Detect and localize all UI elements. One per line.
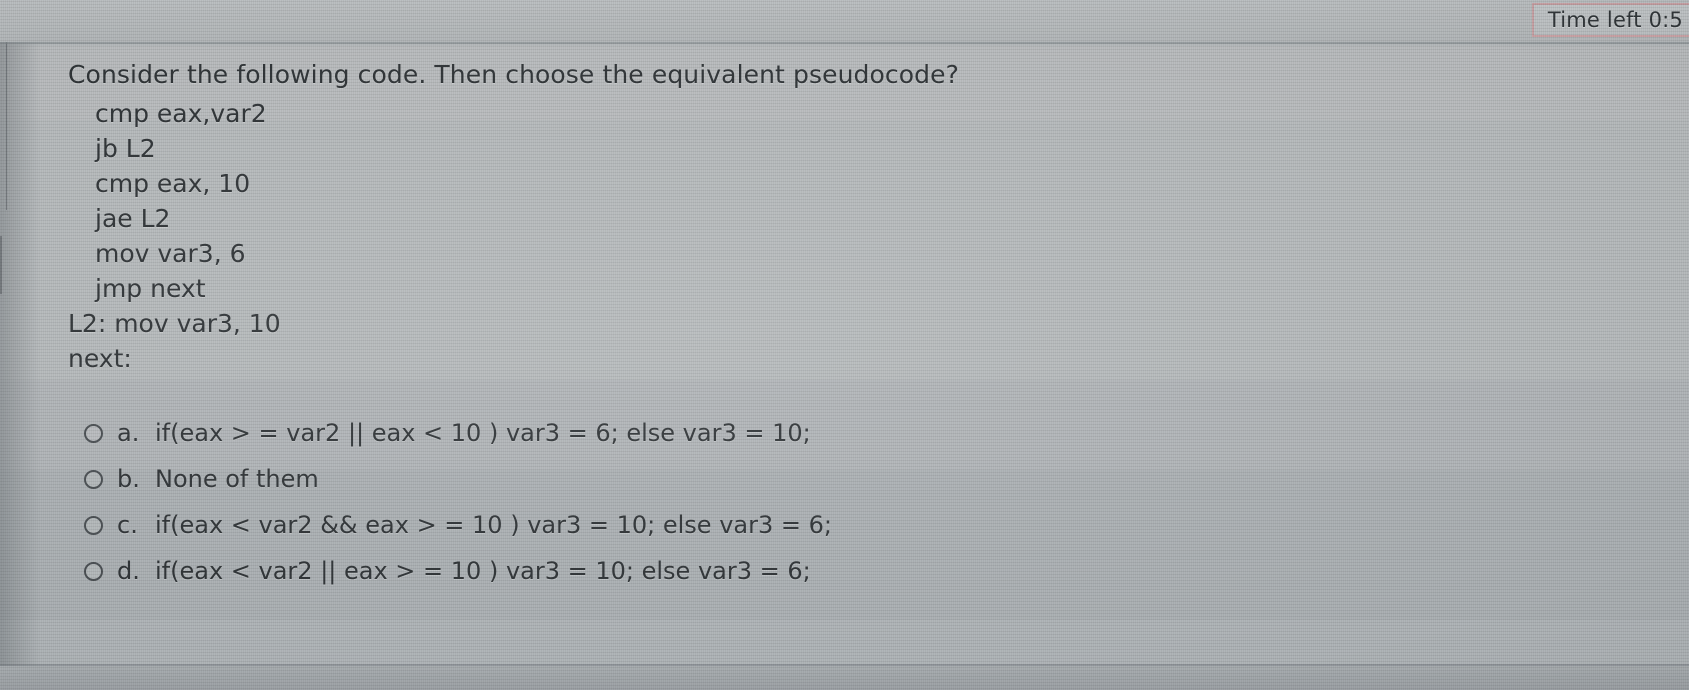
option-text: None of them bbox=[155, 465, 319, 493]
option-text: if(eax < var2 && eax > = 10 ) var3 = 10;… bbox=[155, 511, 832, 539]
top-bar bbox=[0, 0, 1689, 42]
answer-option-c[interactable]: c. if(eax < var2 && eax > = 10 ) var3 = 1… bbox=[0, 502, 1689, 548]
code-line: cmp eax,var2 bbox=[95, 99, 267, 128]
left-panel-seam-lower bbox=[0, 236, 2, 294]
radio-button-icon[interactable] bbox=[84, 561, 103, 581]
time-left-label: Time left 0:5 bbox=[1547, 8, 1683, 32]
answer-option-b[interactable]: b. None of them bbox=[0, 456, 1689, 502]
code-line: L2: mov var3, 10 bbox=[68, 309, 281, 338]
option-letter: d. bbox=[117, 557, 140, 585]
assembly-code-block: cmp eax,var2 jb L2 cmp eax, 10 jae L2 mov va… bbox=[68, 96, 281, 376]
option-letter: a. bbox=[117, 419, 140, 447]
option-text: if(eax > = var2 || eax < 10 ) var3 = 6; … bbox=[155, 419, 811, 447]
answer-option-a[interactable]: a. if(eax > = var2 || eax < 10 ) var3 = 6… bbox=[0, 410, 1689, 456]
radio-button-icon[interactable] bbox=[84, 423, 103, 443]
top-divider bbox=[0, 42, 1689, 44]
code-line: jmp next bbox=[95, 274, 206, 303]
answer-options-list: a. if(eax > = var2 || eax < 10 ) var3 = 6… bbox=[0, 410, 1689, 594]
code-line: mov var3, 6 bbox=[95, 239, 246, 268]
code-line: jae L2 bbox=[95, 204, 171, 233]
option-text: if(eax < var2 || eax > = 10 ) var3 = 10;… bbox=[155, 557, 811, 585]
question-prompt: Consider the following code. Then choose… bbox=[68, 60, 959, 89]
left-panel-seam bbox=[6, 18, 7, 210]
option-letter: b. bbox=[117, 465, 140, 493]
bottom-band bbox=[0, 666, 1689, 690]
option-letter: c. bbox=[117, 511, 138, 539]
code-line: jb L2 bbox=[95, 134, 156, 163]
code-line: next: bbox=[68, 344, 132, 373]
radio-button-icon[interactable] bbox=[84, 469, 103, 489]
answer-option-d[interactable]: d. if(eax < var2 || eax > = 10 ) var3 = 1… bbox=[0, 548, 1689, 594]
time-left-box: Time left 0:5 bbox=[1531, 3, 1689, 37]
quiz-screen: Time left 0:5 Consider the following cod… bbox=[0, 0, 1689, 690]
radio-button-icon[interactable] bbox=[84, 515, 103, 535]
code-line: cmp eax, 10 bbox=[95, 169, 251, 198]
